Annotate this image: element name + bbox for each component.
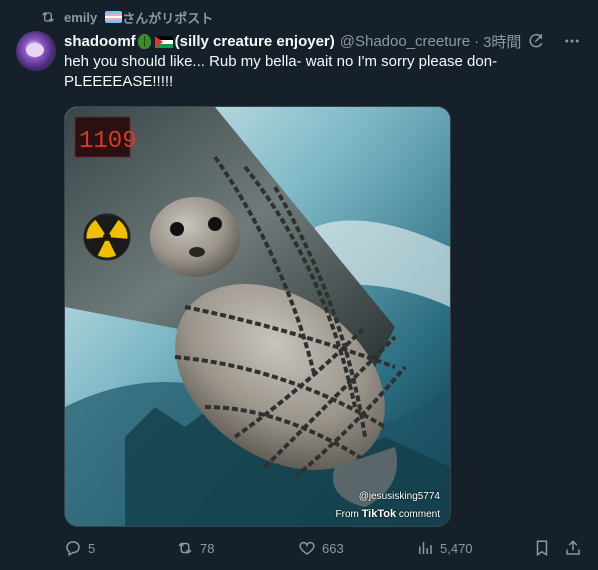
watermark-suffix: comment — [398, 509, 440, 520]
views-count: 5,470 — [440, 540, 473, 556]
tweet-header: shadoomf (silly creature enjoyer) @Shado… — [64, 31, 538, 52]
bookmark-icon — [536, 540, 548, 557]
media-image: 1109 — [65, 107, 450, 526]
tweet-time[interactable]: 3時間 — [483, 31, 521, 52]
author-handle[interactable]: @Shadoo_creeture — [340, 33, 470, 50]
repost-suffix: さんがリポスト — [122, 10, 214, 26]
author-display-name[interactable]: shadoomf — [64, 33, 136, 50]
watermark-from: From — [335, 509, 359, 520]
repost-icon — [178, 542, 192, 554]
reply-count: 5 — [88, 540, 96, 556]
palestine-flag-icon — [154, 35, 173, 48]
reposter-name[interactable]: emily — [64, 10, 97, 25]
share-button[interactable] — [564, 539, 582, 557]
repost-button[interactable]: 78 — [176, 539, 214, 557]
grok-icon[interactable] — [526, 31, 546, 51]
svg-text:1109: 1109 — [79, 128, 137, 155]
tweet-media[interactable]: 1109 @jesusisking5774 From TikTok commen… — [64, 106, 451, 527]
author-avatar[interactable] — [16, 31, 56, 71]
beetle-emoji-icon — [137, 34, 151, 49]
reply-icon — [66, 541, 80, 557]
reposter-flag — [105, 11, 123, 23]
share-icon — [566, 540, 580, 555]
watermark-handle: @jesusisking5774 — [358, 491, 440, 502]
reply-button[interactable]: 5 — [64, 539, 95, 557]
repost-icon — [42, 12, 54, 22]
views-icon — [419, 542, 432, 554]
tweet-text: heh you should like... Rub my bella- wai… — [64, 53, 498, 90]
more-icon[interactable] — [562, 31, 582, 51]
repost-indicator[interactable]: emily さんがリポスト — [40, 8, 213, 26]
author-display-suffix[interactable]: (silly creature enjoyer) — [175, 33, 335, 50]
heart-icon — [299, 541, 315, 555]
header-separator: · — [474, 33, 480, 50]
repost-count: 78 — [200, 540, 215, 556]
media-watermark: @jesusisking5774 From TikTok comment — [336, 491, 440, 520]
tweet-actions: 5 78 663 5,470 — [64, 538, 582, 558]
like-count: 663 — [322, 540, 344, 556]
bookmark-button[interactable] — [533, 539, 551, 557]
tiktok-logo: TikTok — [361, 508, 397, 520]
like-button[interactable]: 663 — [298, 539, 344, 557]
views-button[interactable]: 5,470 — [416, 539, 473, 557]
